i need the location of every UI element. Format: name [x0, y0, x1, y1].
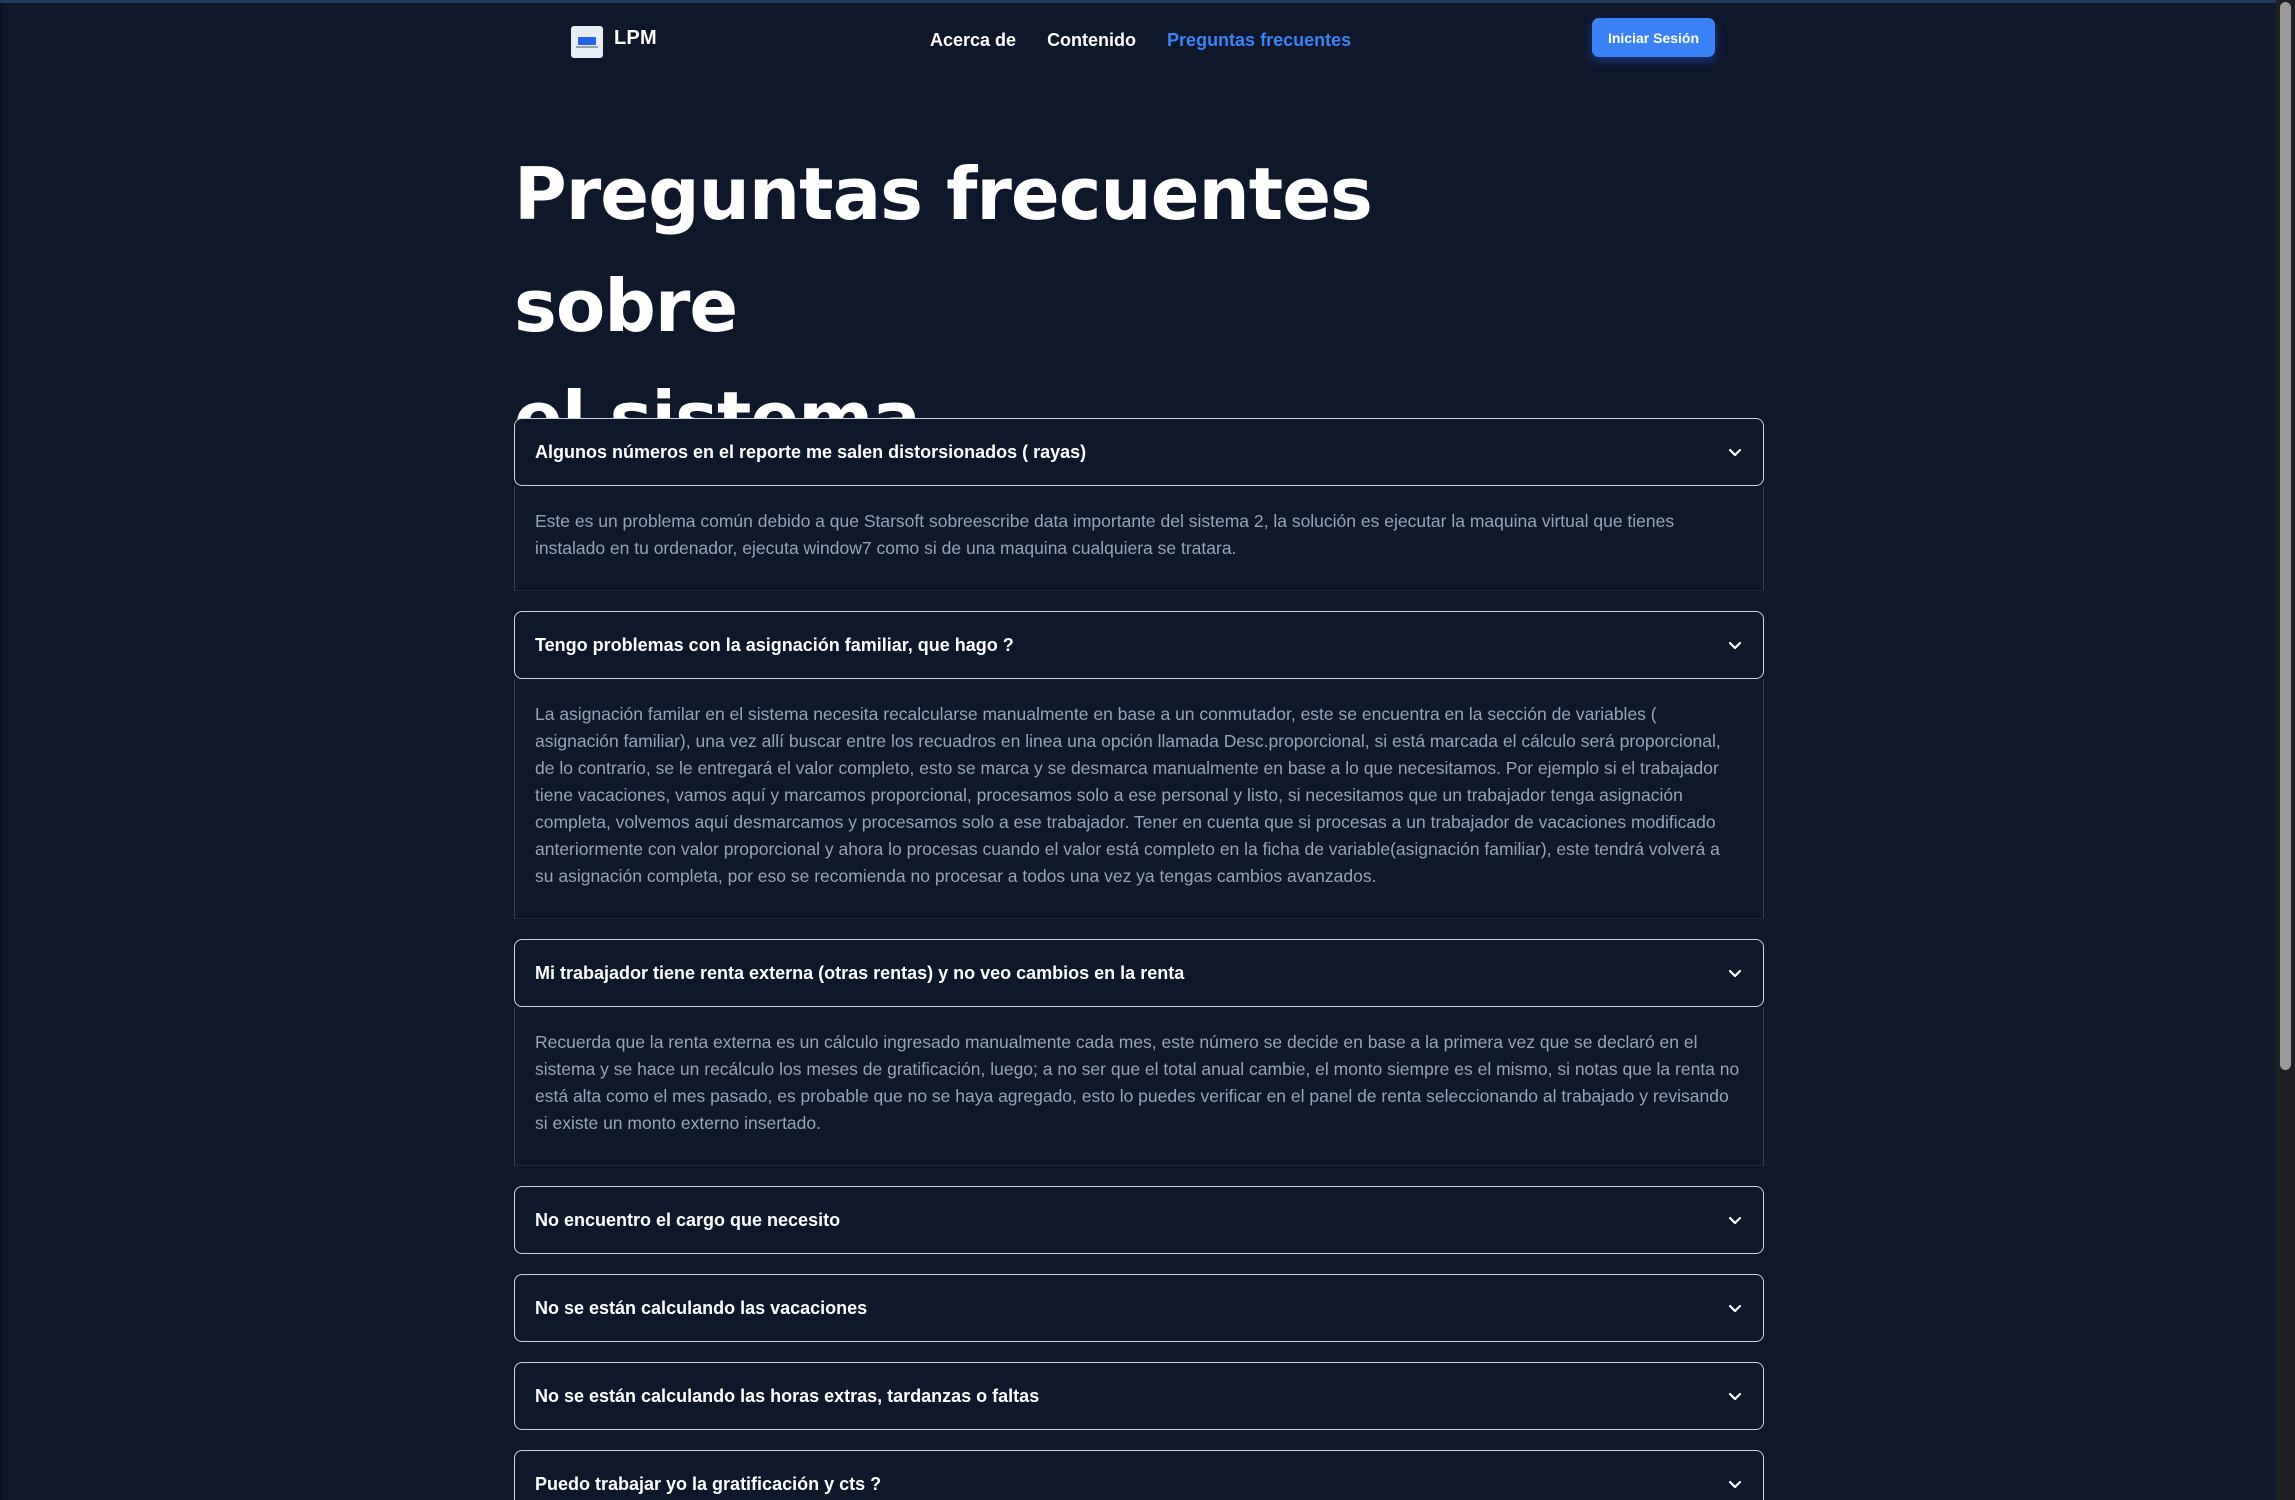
logo-underline — [576, 46, 598, 48]
faq-question-text: No se están calculando las vacaciones — [535, 1297, 868, 1318]
faq-question-button[interactable]: Mi trabajador tiene renta externa (otras… — [514, 939, 1764, 1007]
chevron-down-icon — [1728, 969, 1742, 978]
page-title-line-1: Preguntas frecuentes sobre — [514, 152, 1373, 348]
chevron-down-icon — [1728, 1392, 1742, 1401]
faq-item: No se están calculando las horas extras,… — [514, 1362, 1764, 1430]
window-edge — [0, 0, 2, 1500]
login-button[interactable]: Iniciar Sesión — [1592, 18, 1715, 57]
faq-question-button[interactable]: No encuentro el cargo que necesito — [514, 1186, 1764, 1254]
faq-item: Algunos números en el reporte me salen d… — [514, 418, 1764, 591]
faq-question-text: No encuentro el cargo que necesito — [535, 1209, 841, 1230]
vertical-scrollbar[interactable] — [2276, 0, 2295, 1500]
faq-question-button[interactable]: Puedo trabajar yo la gratificación y cts… — [514, 1450, 1764, 1500]
faq-list: Algunos números en el reporte me salen d… — [514, 418, 1764, 1500]
faq-item: No se están calculando las vacaciones — [514, 1274, 1764, 1342]
faq-question-button[interactable]: No se están calculando las vacaciones — [514, 1274, 1764, 1342]
nav-link-acerca-de[interactable]: Acerca de — [930, 30, 1016, 51]
lpm-logo-icon[interactable] — [571, 26, 603, 58]
faq-question-button[interactable]: Algunos números en el reporte me salen d… — [514, 418, 1764, 486]
chevron-down-icon — [1728, 1216, 1742, 1225]
faq-question-text: Algunos números en el reporte me salen d… — [535, 441, 1087, 462]
faq-answer: Este es un problema común debido a que S… — [514, 486, 1764, 591]
logo-mark — [578, 37, 596, 45]
chevron-down-icon — [1728, 1304, 1742, 1313]
faq-question-text: Tengo problemas con la asignación famili… — [535, 634, 1014, 655]
nav-link-preguntas-frecuentes[interactable]: Preguntas frecuentes — [1167, 30, 1351, 51]
faq-question-button[interactable]: No se están calculando las horas extras,… — [514, 1362, 1764, 1430]
page: LPM Acerca de Contenido Preguntas frecue… — [0, 0, 2276, 1500]
faq-question-text: Puedo trabajar yo la gratificación y cts… — [535, 1473, 882, 1494]
nav-link-contenido[interactable]: Contenido — [1047, 30, 1136, 51]
chevron-down-icon — [1728, 448, 1742, 457]
faq-item: No encuentro el cargo que necesito — [514, 1186, 1764, 1254]
navbar: LPM Acerca de Contenido Preguntas frecue… — [0, 0, 2276, 82]
scrollbar-thumb[interactable] — [2280, 2, 2291, 1070]
faq-question-text: No se están calculando las horas extras,… — [535, 1385, 1040, 1406]
faq-item: Puedo trabajar yo la gratificación y cts… — [514, 1450, 1764, 1500]
faq-item: Mi trabajador tiene renta externa (otras… — [514, 939, 1764, 1166]
faq-question-button[interactable]: Tengo problemas con la asignación famili… — [514, 611, 1764, 679]
faq-answer: La asignación familar en el sistema nece… — [514, 679, 1764, 919]
chevron-down-icon — [1728, 641, 1742, 650]
brand-name[interactable]: LPM — [614, 27, 657, 50]
faq-answer: Recuerda que la renta externa es un cálc… — [514, 1007, 1764, 1166]
chevron-down-icon — [1728, 1480, 1742, 1489]
faq-item: Tengo problemas con la asignación famili… — [514, 611, 1764, 919]
faq-question-text: Mi trabajador tiene renta externa (otras… — [535, 962, 1185, 983]
nav-links: Acerca de Contenido Preguntas frecuentes — [930, 30, 1351, 51]
